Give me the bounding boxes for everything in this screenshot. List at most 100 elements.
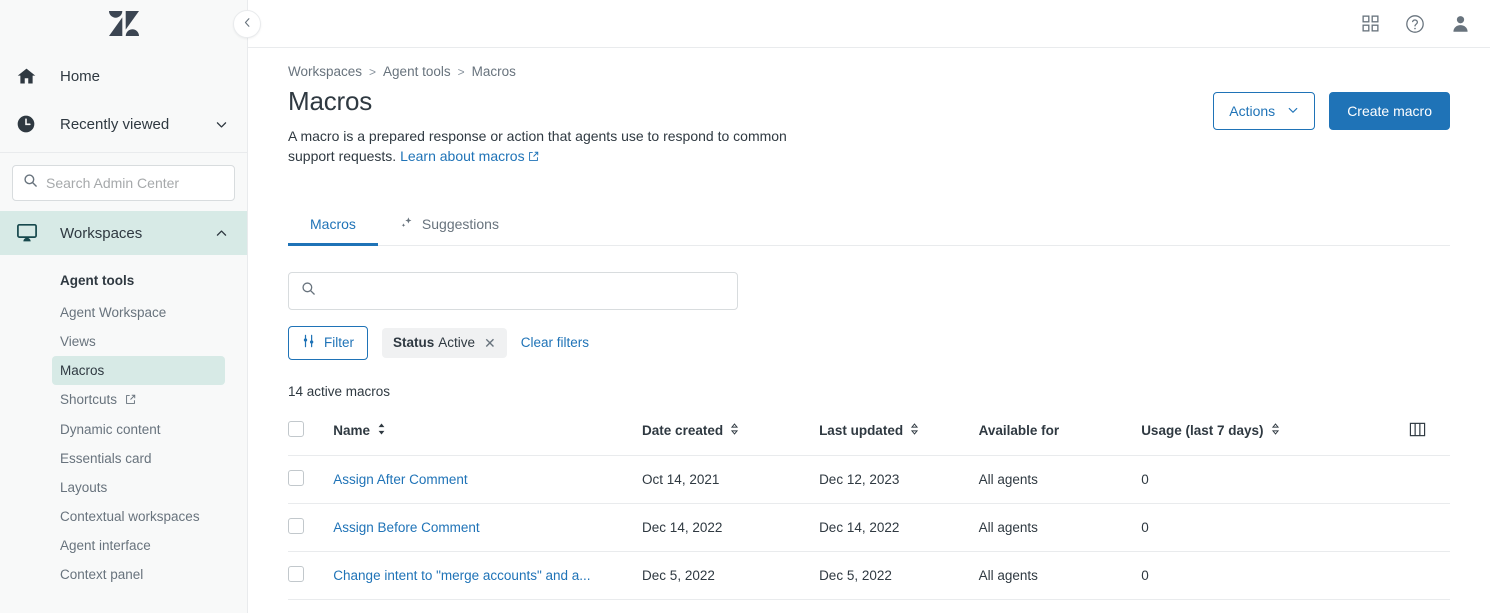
clear-filters-link[interactable]: Clear filters (521, 335, 589, 350)
sidebar-item-agent-workspace[interactable]: Agent Workspace (52, 298, 225, 327)
macro-search-box[interactable] (288, 272, 738, 310)
page-description: A macro is a prepared response or action… (288, 126, 818, 168)
apps-grid-icon[interactable] (1362, 15, 1379, 32)
tab-suggestions[interactable]: Suggestions (378, 206, 521, 245)
external-link-icon (125, 393, 136, 408)
top-bar (248, 0, 1490, 48)
search-input[interactable] (46, 175, 224, 191)
row-checkbox[interactable] (288, 518, 304, 534)
cell-spacer (1409, 551, 1450, 599)
sidebar-item-label: Dynamic content (60, 422, 161, 437)
cell-usage: 0 (1141, 551, 1409, 599)
breadcrumb-agent-tools[interactable]: Agent tools (383, 64, 451, 79)
cell-date-created: Oct 14, 2021 (642, 455, 819, 503)
sidebar-item-label: Shortcuts (60, 392, 117, 407)
cell-last-updated: Dec 14, 2022 (819, 503, 979, 551)
sidebar-collapse-button[interactable] (233, 10, 261, 38)
sidebar-item-views[interactable]: Views (52, 327, 225, 356)
row-select-cell (288, 455, 333, 503)
macro-search-input[interactable] (325, 283, 725, 299)
sidebar: Home Recently viewed (0, 0, 248, 613)
tab-suggestions-label: Suggestions (422, 216, 499, 232)
macros-table: Name Date created (288, 413, 1450, 613)
th-last-updated[interactable]: Last updated (819, 413, 979, 456)
sidebar-item-recently-viewed[interactable]: Recently viewed (0, 100, 247, 148)
breadcrumb-macros[interactable]: Macros (472, 64, 516, 79)
sidebar-item-label: Views (60, 334, 96, 349)
sidebar-item-essentials-card[interactable]: Essentials card (52, 444, 225, 473)
create-macro-button-label: Create macro (1347, 103, 1432, 119)
learn-about-macros-link[interactable]: Learn about macros (400, 148, 525, 164)
search-icon (23, 173, 38, 193)
sidebar-item-dynamic-content[interactable]: Dynamic content (52, 415, 225, 444)
th-column-settings[interactable] (1409, 413, 1450, 456)
clock-icon (16, 114, 44, 134)
filter-sliders-icon (302, 334, 316, 351)
sidebar-item-label: Agent Workspace (60, 305, 166, 320)
filter-row: Filter Status Active ✕ Clear filters (288, 326, 1450, 360)
filter-button[interactable]: Filter (288, 326, 368, 360)
macro-name-link[interactable]: Assign Before Comment (333, 520, 623, 535)
sidebar-section-label: Workspaces (60, 225, 215, 242)
cell-usage: 0 (1141, 455, 1409, 503)
cell-available-for: All agents (979, 455, 1142, 503)
sidebar-item-layouts[interactable]: Layouts (52, 473, 225, 502)
sidebar-item-agent-interface[interactable]: Agent interface (52, 531, 225, 560)
cell-usage: 0 (1141, 599, 1409, 613)
th-available-for-label: Available for (979, 423, 1060, 438)
sort-icon (1271, 423, 1280, 438)
sidebar-item-contextual-workspaces[interactable]: Contextual workspaces (52, 502, 225, 531)
macro-name-link[interactable]: Assign After Comment (333, 472, 623, 487)
tab-macros[interactable]: Macros (288, 206, 378, 245)
breadcrumb-separator-icon: > (369, 65, 376, 79)
cell-last-updated: Dec 12, 2023 (819, 455, 979, 503)
breadcrumb-workspaces[interactable]: Workspaces (288, 64, 362, 79)
filter-chip-key: Status (393, 335, 434, 350)
close-icon[interactable]: ✕ (484, 336, 496, 350)
help-circle-icon[interactable] (1405, 14, 1425, 34)
th-select-all (288, 413, 333, 456)
tab-macros-label: Macros (310, 216, 356, 232)
chevron-up-icon[interactable] (215, 227, 231, 240)
page-header-actions: Actions Create macro (1213, 92, 1450, 130)
zendesk-logo-wrap[interactable] (0, 0, 247, 48)
cell-date-created: Dec 5, 2022 (642, 551, 819, 599)
user-avatar-icon[interactable] (1451, 14, 1470, 33)
select-all-checkbox[interactable] (288, 421, 304, 437)
th-available-for: Available for (979, 413, 1142, 456)
sidebar-item-macros[interactable]: Macros (52, 356, 225, 385)
th-date-created[interactable]: Date created (642, 413, 819, 456)
row-select-cell (288, 503, 333, 551)
table-row[interactable]: Assign Before Comment Dec 14, 2022 Dec 1… (288, 503, 1450, 551)
row-checkbox[interactable] (288, 470, 304, 486)
sidebar-item-home[interactable]: Home (0, 52, 247, 100)
sidebar-item-shortcuts[interactable]: Shortcuts (52, 385, 225, 415)
th-name[interactable]: Name (333, 413, 642, 456)
content: Workspaces > Agent tools > Macros Macros… (248, 48, 1490, 613)
table-row[interactable]: Downgrade and inform Dec 14, 2022 Dec 14… (288, 599, 1450, 613)
macros-table-head: Name Date created (288, 413, 1450, 456)
th-usage[interactable]: Usage (last 7 days) (1141, 413, 1409, 456)
chevron-down-icon[interactable] (215, 118, 231, 131)
sidebar-item-label: Contextual workspaces (60, 509, 200, 524)
sidebar-item-label: Layouts (60, 480, 107, 495)
sidebar-item-label: Context panel (60, 567, 143, 582)
sort-icon (910, 423, 919, 438)
cell-spacer (1409, 503, 1450, 551)
row-checkbox[interactable] (288, 566, 304, 582)
table-row[interactable]: Assign After Comment Oct 14, 2021 Dec 12… (288, 455, 1450, 503)
actions-button[interactable]: Actions (1213, 92, 1315, 130)
sidebar-item-label-home: Home (60, 68, 231, 85)
cell-spacer (1409, 455, 1450, 503)
cell-name: Downgrade and inform (333, 599, 642, 613)
macro-name-link[interactable]: Change intent to "merge accounts" and a.… (333, 568, 623, 583)
sidebar-section-workspaces[interactable]: Workspaces (0, 211, 247, 255)
main-area: Workspaces > Agent tools > Macros Macros… (248, 0, 1490, 613)
sidebar-item-context-panel[interactable]: Context panel (52, 560, 225, 589)
row-select-cell (288, 551, 333, 599)
cell-date-created: Dec 14, 2022 (642, 599, 819, 613)
table-row[interactable]: Change intent to "merge accounts" and a.… (288, 551, 1450, 599)
admin-search-box[interactable] (12, 165, 235, 201)
create-macro-button[interactable]: Create macro (1329, 92, 1450, 130)
filter-chip-status[interactable]: Status Active ✕ (382, 328, 507, 358)
